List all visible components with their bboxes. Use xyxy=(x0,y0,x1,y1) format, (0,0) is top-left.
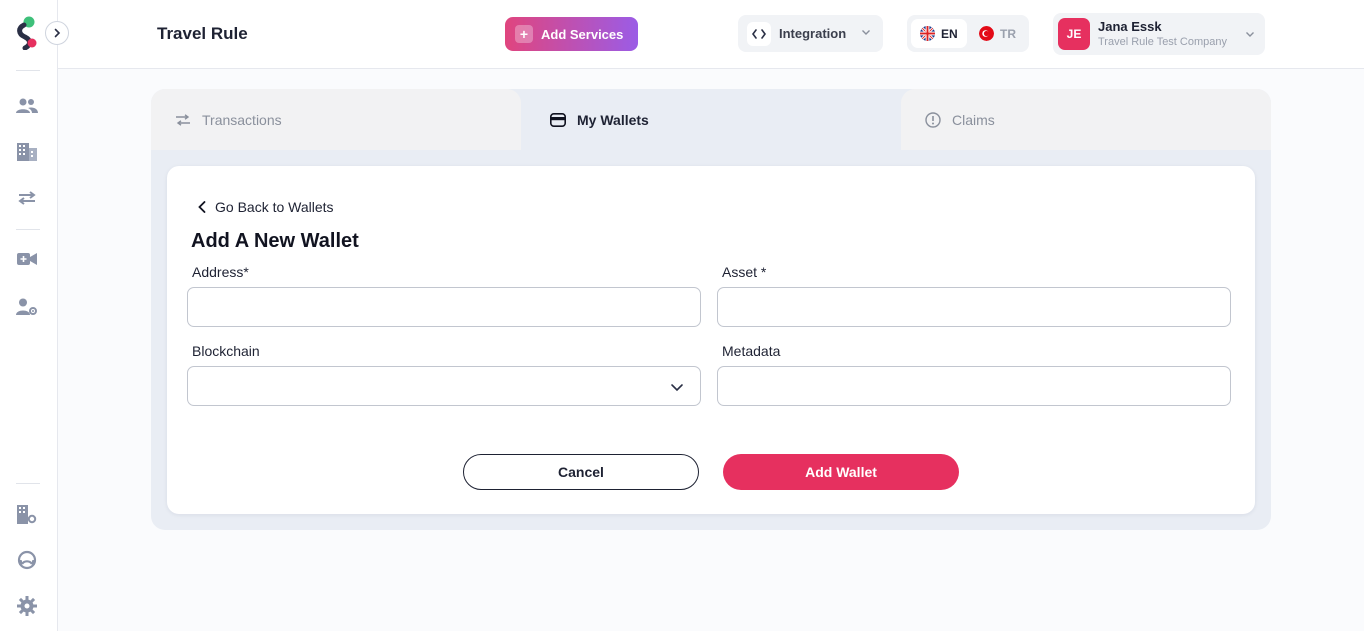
turkey-flag-icon xyxy=(979,26,994,41)
chevron-down-icon xyxy=(1246,32,1254,37)
cancel-button[interactable]: Cancel xyxy=(463,454,699,490)
back-link-label: Go Back to Wallets xyxy=(215,199,334,215)
building-settings-icon xyxy=(17,505,37,524)
chevron-left-icon xyxy=(198,201,206,213)
address-input[interactable] xyxy=(187,287,701,327)
uk-flag-icon xyxy=(920,26,935,41)
language-en-label: EN xyxy=(941,26,958,41)
tab-claims[interactable]: Claims xyxy=(901,89,1271,150)
asset-input[interactable] xyxy=(717,287,1231,327)
chevron-down-icon xyxy=(862,30,870,35)
plus-icon: + xyxy=(515,25,533,43)
transfer-icon xyxy=(176,113,190,126)
tab-transactions-label: Transactions xyxy=(202,111,282,128)
user-company: Travel Rule Test Company xyxy=(1098,36,1227,48)
metadata-label: Metadata xyxy=(722,343,781,359)
video-add-icon xyxy=(17,253,37,265)
asset-label: Asset * xyxy=(722,264,767,280)
add-wallet-form: Go Back to Wallets Add A New Wallet Addr… xyxy=(167,166,1255,514)
blockchain-label: Blockchain xyxy=(192,343,260,359)
sidebar-item-users[interactable] xyxy=(15,94,39,118)
sidebar-item-transfers[interactable] xyxy=(15,186,39,210)
sidebar-divider xyxy=(16,70,40,71)
support-icon xyxy=(17,550,37,570)
tab-claims-label: Claims xyxy=(952,111,995,128)
tab-transactions[interactable]: Transactions xyxy=(151,89,521,150)
sidebar-item-company-settings[interactable] xyxy=(15,503,39,527)
integration-dropdown[interactable]: Integration xyxy=(738,15,883,52)
sidebar-item-support[interactable] xyxy=(15,548,39,572)
language-tr-label: TR xyxy=(1000,26,1016,41)
transfer-icon xyxy=(18,191,36,205)
user-menu[interactable]: JE Jana Essk Travel Rule Test Company xyxy=(1053,13,1265,55)
wallet-icon xyxy=(550,112,566,127)
code-icon xyxy=(747,21,771,46)
wallets-panel: Transactions My Wallets Claims Go Back t… xyxy=(151,89,1271,530)
sidebar-expand-button[interactable] xyxy=(45,21,69,45)
building-icon xyxy=(17,143,37,161)
language-tr-button[interactable]: TR xyxy=(979,19,1016,48)
chevron-right-icon xyxy=(54,28,61,38)
integration-label: Integration xyxy=(779,26,847,41)
tab-my-wallets-label: My Wallets xyxy=(577,111,649,128)
gear-icon xyxy=(17,596,37,616)
user-settings-icon xyxy=(16,298,37,315)
sidebar-item-settings[interactable] xyxy=(15,594,39,618)
app-logo[interactable] xyxy=(16,16,38,50)
language-switcher: EN TR xyxy=(907,15,1029,52)
sidebar-item-user-settings[interactable] xyxy=(15,295,39,319)
users-icon xyxy=(16,98,38,113)
metadata-input[interactable] xyxy=(717,366,1231,406)
add-wallet-button[interactable]: Add Wallet xyxy=(723,454,959,490)
tab-my-wallets[interactable]: My Wallets xyxy=(526,89,896,150)
sidebar xyxy=(0,0,69,631)
form-title: Add A New Wallet xyxy=(191,230,359,252)
sidebar-divider xyxy=(16,483,40,484)
chevron-down-icon xyxy=(671,384,683,392)
address-label: Address* xyxy=(192,264,249,280)
page-title: Travel Rule xyxy=(157,24,248,43)
blockchain-select[interactable] xyxy=(187,366,701,406)
user-name: Jana Essk xyxy=(1098,19,1162,34)
sidebar-item-companies[interactable] xyxy=(15,140,39,164)
avatar: JE xyxy=(1058,18,1090,50)
top-header: Travel Rule + Add Services Integration E… xyxy=(58,0,1364,69)
add-services-label: Add Services xyxy=(541,26,624,42)
back-to-wallets-link[interactable]: Go Back to Wallets xyxy=(198,199,334,215)
add-services-button[interactable]: + Add Services xyxy=(505,17,638,51)
sidebar-item-video[interactable] xyxy=(15,247,39,271)
alert-circle-icon xyxy=(925,111,941,128)
language-en-button[interactable]: EN xyxy=(911,19,967,48)
sidebar-divider xyxy=(16,229,40,230)
